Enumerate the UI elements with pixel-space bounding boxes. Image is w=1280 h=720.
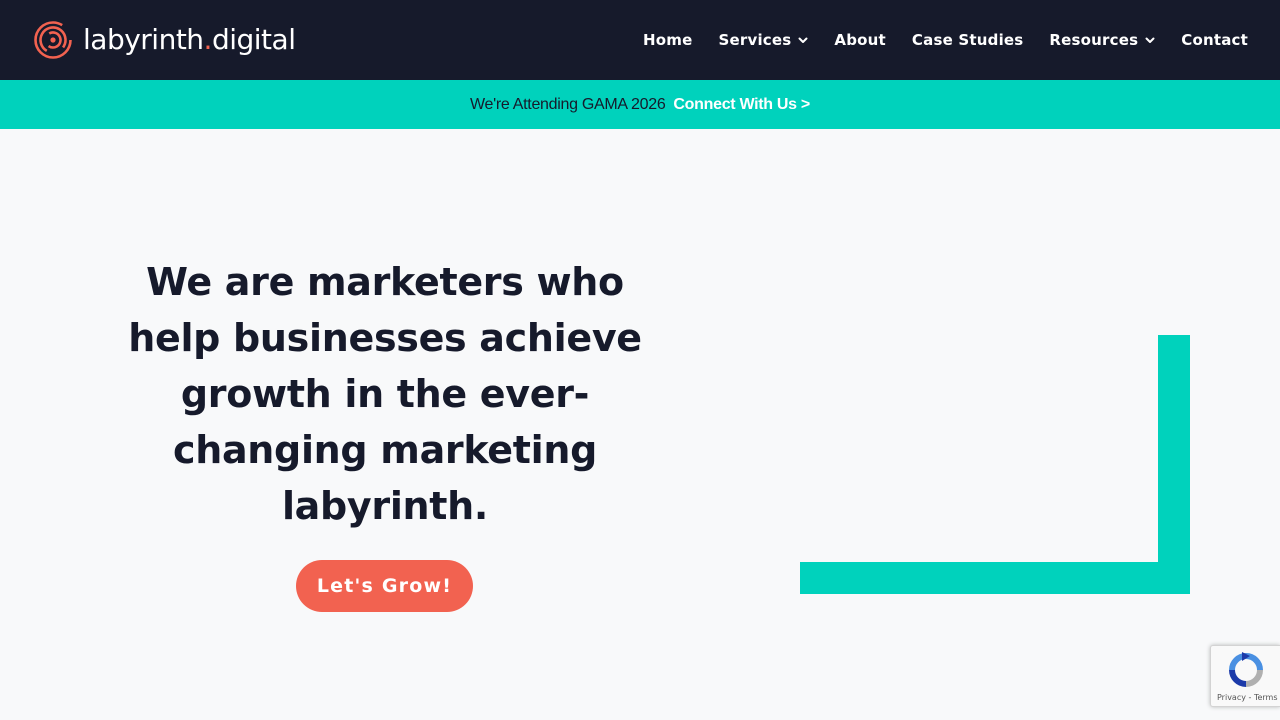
nav-item-resources[interactable]: Resources <box>1049 31 1155 49</box>
site-logo[interactable]: labyrinth.digital <box>33 17 296 63</box>
banner-text: We're Attending GAMA 2026 <box>470 95 666 113</box>
hero-heading: We are marketers who help businesses ach… <box>128 260 642 528</box>
recaptcha-badge[interactable]: Privacy - Terms <box>1210 645 1280 707</box>
announcement-banner: We're Attending GAMA 2026 Connect With U… <box>0 80 1280 129</box>
nav-item-contact[interactable]: Contact <box>1181 31 1248 49</box>
site-header: labyrinth.digital Home Services About Ca… <box>0 0 1280 80</box>
chevron-down-icon <box>1145 37 1155 43</box>
logo-wordmark: labyrinth.digital <box>83 23 296 56</box>
logo-text-dot: . <box>203 23 213 56</box>
logo-text-digital: digital <box>211 23 296 56</box>
nav-item-label: About <box>834 31 886 49</box>
nav-item-label: Services <box>718 31 792 49</box>
nav-item-label: Contact <box>1181 31 1248 49</box>
decorative-bracket-horizontal <box>800 562 1190 594</box>
labyrinth-spiral-icon <box>34 21 72 59</box>
nav-item-case-studies[interactable]: Case Studies <box>912 31 1024 49</box>
chevron-down-icon <box>798 37 808 43</box>
recaptcha-terms-link[interactable]: Terms <box>1254 693 1278 702</box>
recaptcha-privacy-link[interactable]: Privacy <box>1217 693 1246 702</box>
nav-item-label: Case Studies <box>911 31 1024 49</box>
main-navigation: Home Services About Case Studies Resourc… <box>643 0 1248 80</box>
nav-item-about[interactable]: About <box>834 31 886 49</box>
connect-with-us-link[interactable]: Connect With Us > <box>673 96 810 114</box>
lets-grow-button[interactable]: Let's Grow! <box>296 560 473 612</box>
nav-item-home[interactable]: Home <box>643 31 692 49</box>
decorative-bracket-vertical <box>1158 335 1190 594</box>
nav-item-label: Home <box>643 31 693 49</box>
recaptcha-separator: - <box>1245 693 1254 702</box>
nav-item-services[interactable]: Services <box>719 31 809 49</box>
nav-item-label: Resources <box>1049 31 1139 49</box>
logo-text-labyrinth: labyrinth <box>83 23 204 56</box>
recaptcha-icon <box>1229 652 1263 687</box>
recaptcha-links: Privacy - Terms <box>1217 693 1278 702</box>
